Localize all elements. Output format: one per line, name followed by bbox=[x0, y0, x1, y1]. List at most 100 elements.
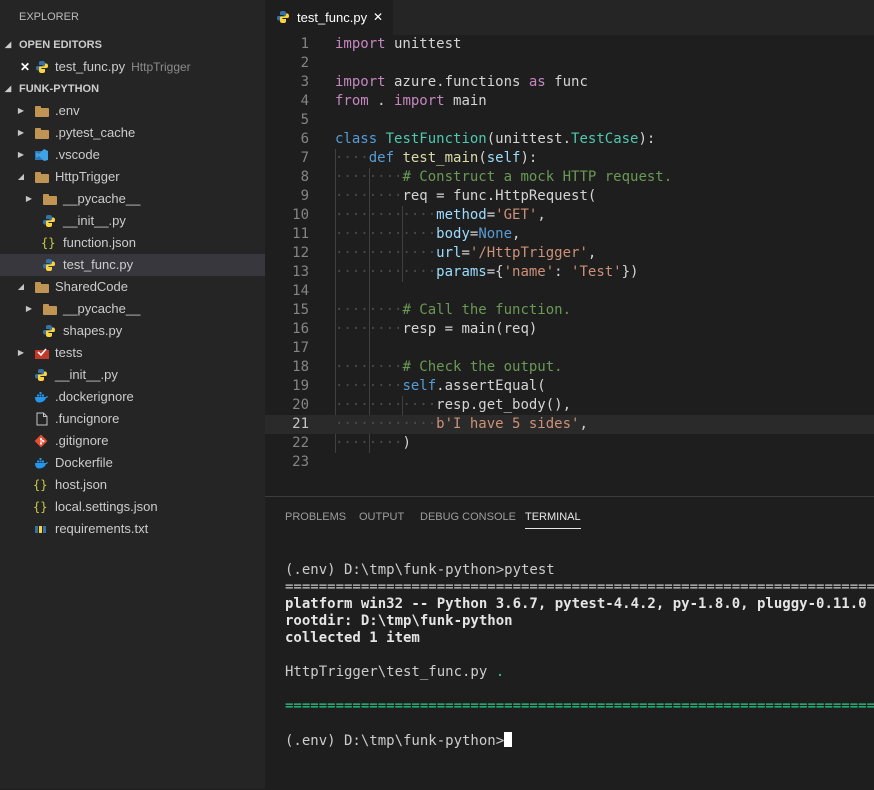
code-line[interactable]: 4 from . import main bbox=[265, 92, 874, 111]
tree-item-label: tests bbox=[55, 345, 83, 360]
explorer-title: EXPLORER bbox=[19, 11, 79, 23]
terminal-prompt-line: (.env) D:\tmp\funk-python> bbox=[285, 732, 874, 749]
code-text: from . import main bbox=[335, 92, 487, 111]
folder-open-icon bbox=[35, 282, 49, 293]
code-text: class TestFunction(unittest.TestCase): bbox=[335, 130, 655, 149]
bottom-panel: PROBLEMS OUTPUT DEBUG CONSOLE TERMINAL (… bbox=[265, 496, 874, 790]
code-line[interactable]: 19 ········self.assertEqual( bbox=[265, 377, 874, 396]
tree-item-host-json[interactable]: {} host.json bbox=[0, 474, 265, 496]
line-number: 13 bbox=[292, 264, 309, 280]
whitespace-dots: ············ bbox=[335, 264, 437, 280]
whitespace-dots: ········ bbox=[335, 321, 403, 337]
code-line[interactable]: 16 ········resp = main(req) bbox=[265, 320, 874, 339]
code-token: . bbox=[368, 93, 395, 109]
whitespace-dots: ···· bbox=[335, 150, 369, 166]
close-icon[interactable]: ✕ bbox=[20, 56, 30, 78]
terminal-cursor bbox=[504, 732, 513, 747]
terminal-result-line: HttpTrigger\test_func.py . bbox=[285, 664, 874, 681]
code-token: import bbox=[394, 93, 445, 109]
folder-icon bbox=[35, 106, 49, 117]
code-editor[interactable]: 1 import unittest 2 3 import azure.functions… bbox=[265, 35, 874, 496]
tab-terminal[interactable]: TERMINAL bbox=[525, 497, 581, 537]
tree-item-pycache[interactable]: ▶ __pycache__ bbox=[0, 298, 265, 320]
editor-tab-bar: test_func.py ✕ bbox=[265, 0, 874, 35]
code-line[interactable]: 8 ········# Construct a mock HTTP request… bbox=[265, 168, 874, 187]
code-line[interactable]: 14 bbox=[265, 282, 874, 301]
close-icon[interactable]: ✕ bbox=[373, 0, 383, 35]
tree-item-env[interactable]: ▶ .env bbox=[0, 100, 265, 122]
tree-item-tests[interactable]: ▶ tests bbox=[0, 342, 265, 364]
tree-item-pycache[interactable]: ▶ __pycache__ bbox=[0, 188, 265, 210]
tree-item-requirements-txt[interactable]: requirements.txt bbox=[0, 518, 265, 540]
tree-item-funcignore[interactable]: .funcignore bbox=[0, 408, 265, 430]
code-token: resp = main(req) bbox=[402, 321, 538, 337]
line-number: 3 bbox=[300, 74, 309, 90]
project-header[interactable]: ◢ FUNK-PYTHON bbox=[0, 78, 265, 100]
code-line[interactable]: 22 ········) bbox=[265, 434, 874, 453]
tree-item-local-settings-json[interactable]: {} local.settings.json bbox=[0, 496, 265, 518]
chevron-down-icon: ◢ bbox=[5, 84, 12, 93]
tree-item-gitignore[interactable]: .gitignore bbox=[0, 430, 265, 452]
code-token: = bbox=[461, 245, 470, 261]
code-line[interactable]: 10 ············method='GET', bbox=[265, 206, 874, 225]
code-token: '/HttpTrigger' bbox=[469, 245, 588, 261]
code-line[interactable]: 11 ············body=None, bbox=[265, 225, 874, 244]
code-line[interactable]: 3 import azure.functions as func bbox=[265, 73, 874, 92]
code-line[interactable]: 5 bbox=[265, 111, 874, 130]
code-line[interactable]: 21 ············b'I have 5 sides', bbox=[265, 415, 874, 434]
tree-item-label: HttpTrigger bbox=[55, 169, 120, 184]
tree-item-sharedcode[interactable]: ◢ SharedCode bbox=[0, 276, 265, 298]
chevron-right-icon: ▶ bbox=[25, 304, 33, 313]
tab-problems[interactable]: PROBLEMS bbox=[285, 497, 346, 537]
code-token: import bbox=[335, 36, 386, 52]
code-token: , bbox=[587, 245, 597, 261]
open-editor-item[interactable]: ✕ test_func.py HttpTrigger bbox=[0, 56, 265, 78]
tab-debug-console[interactable]: DEBUG CONSOLE bbox=[420, 497, 516, 537]
code-text: ········) bbox=[335, 434, 411, 453]
code-line[interactable]: 6 class TestFunction(unittest.TestCase): bbox=[265, 130, 874, 149]
chevron-right-icon: ▶ bbox=[17, 150, 25, 159]
code-line[interactable]: 2 bbox=[265, 54, 874, 73]
tab-test-func-py[interactable]: test_func.py ✕ bbox=[265, 0, 393, 35]
line-number: 22 bbox=[292, 435, 309, 451]
code-line[interactable]: 15 ········# Call the function. bbox=[265, 301, 874, 320]
tree-item-function-json[interactable]: {} function.json bbox=[0, 232, 265, 254]
tree-item-shapes-py[interactable]: shapes.py bbox=[0, 320, 265, 342]
tab-output[interactable]: OUTPUT bbox=[359, 497, 404, 537]
code-token: TestCase bbox=[571, 131, 639, 147]
python-file-icon bbox=[277, 11, 289, 23]
code-line[interactable]: 17 bbox=[265, 339, 874, 358]
open-editors-header[interactable]: ◢ OPEN EDITORS bbox=[0, 34, 265, 56]
tree-item-init-py[interactable]: __init__.py bbox=[0, 210, 265, 232]
line-number: 21 bbox=[292, 416, 309, 432]
tree-item-vscode[interactable]: ▶ .vscode bbox=[0, 144, 265, 166]
code-token: ): bbox=[520, 150, 538, 166]
code-line[interactable]: 18 ········# Check the output. bbox=[265, 358, 874, 377]
code-text: ········req = func.HttpRequest( bbox=[335, 187, 596, 206]
code-line[interactable]: 20 ············resp.get_body(), bbox=[265, 396, 874, 415]
code-line[interactable]: 23 bbox=[265, 453, 874, 472]
code-text: ········resp = main(req) bbox=[335, 320, 537, 339]
line-number: 15 bbox=[292, 302, 309, 318]
whitespace-dots: ············ bbox=[335, 245, 437, 261]
code-line[interactable]: 9 ········req = func.HttpRequest( bbox=[265, 187, 874, 206]
whitespace-dots: ············ bbox=[335, 226, 437, 242]
code-token: .assertEqual( bbox=[436, 378, 546, 394]
tree-item-pytest-cache[interactable]: ▶ .pytest_cache bbox=[0, 122, 265, 144]
code-token: # Call the function. bbox=[402, 302, 572, 318]
code-line[interactable]: 13 ············params={'name': 'Test'}) bbox=[265, 263, 874, 282]
code-line[interactable]: 1 import unittest bbox=[265, 35, 874, 54]
chevron-right-icon: ▶ bbox=[17, 106, 25, 115]
tree-item-test-func-py[interactable]: test_func.py bbox=[0, 254, 265, 276]
tree-item-dockerfile[interactable]: Dockerfile bbox=[0, 452, 265, 474]
code-token: import bbox=[335, 74, 386, 90]
whitespace-dots: ········ bbox=[335, 359, 403, 375]
tree-item-httptrigger[interactable]: ◢ HttpTrigger bbox=[0, 166, 265, 188]
python-file-icon bbox=[43, 325, 55, 337]
code-token: : bbox=[554, 264, 572, 280]
tree-item-dockerignore[interactable]: .dockerignore bbox=[0, 386, 265, 408]
code-token: 'name' bbox=[503, 264, 555, 280]
code-line[interactable]: 12 ············url='/HttpTrigger', bbox=[265, 244, 874, 263]
tree-item-init-py[interactable]: __init__.py bbox=[0, 364, 265, 386]
code-line[interactable]: 7 ····def test_main(self): bbox=[265, 149, 874, 168]
